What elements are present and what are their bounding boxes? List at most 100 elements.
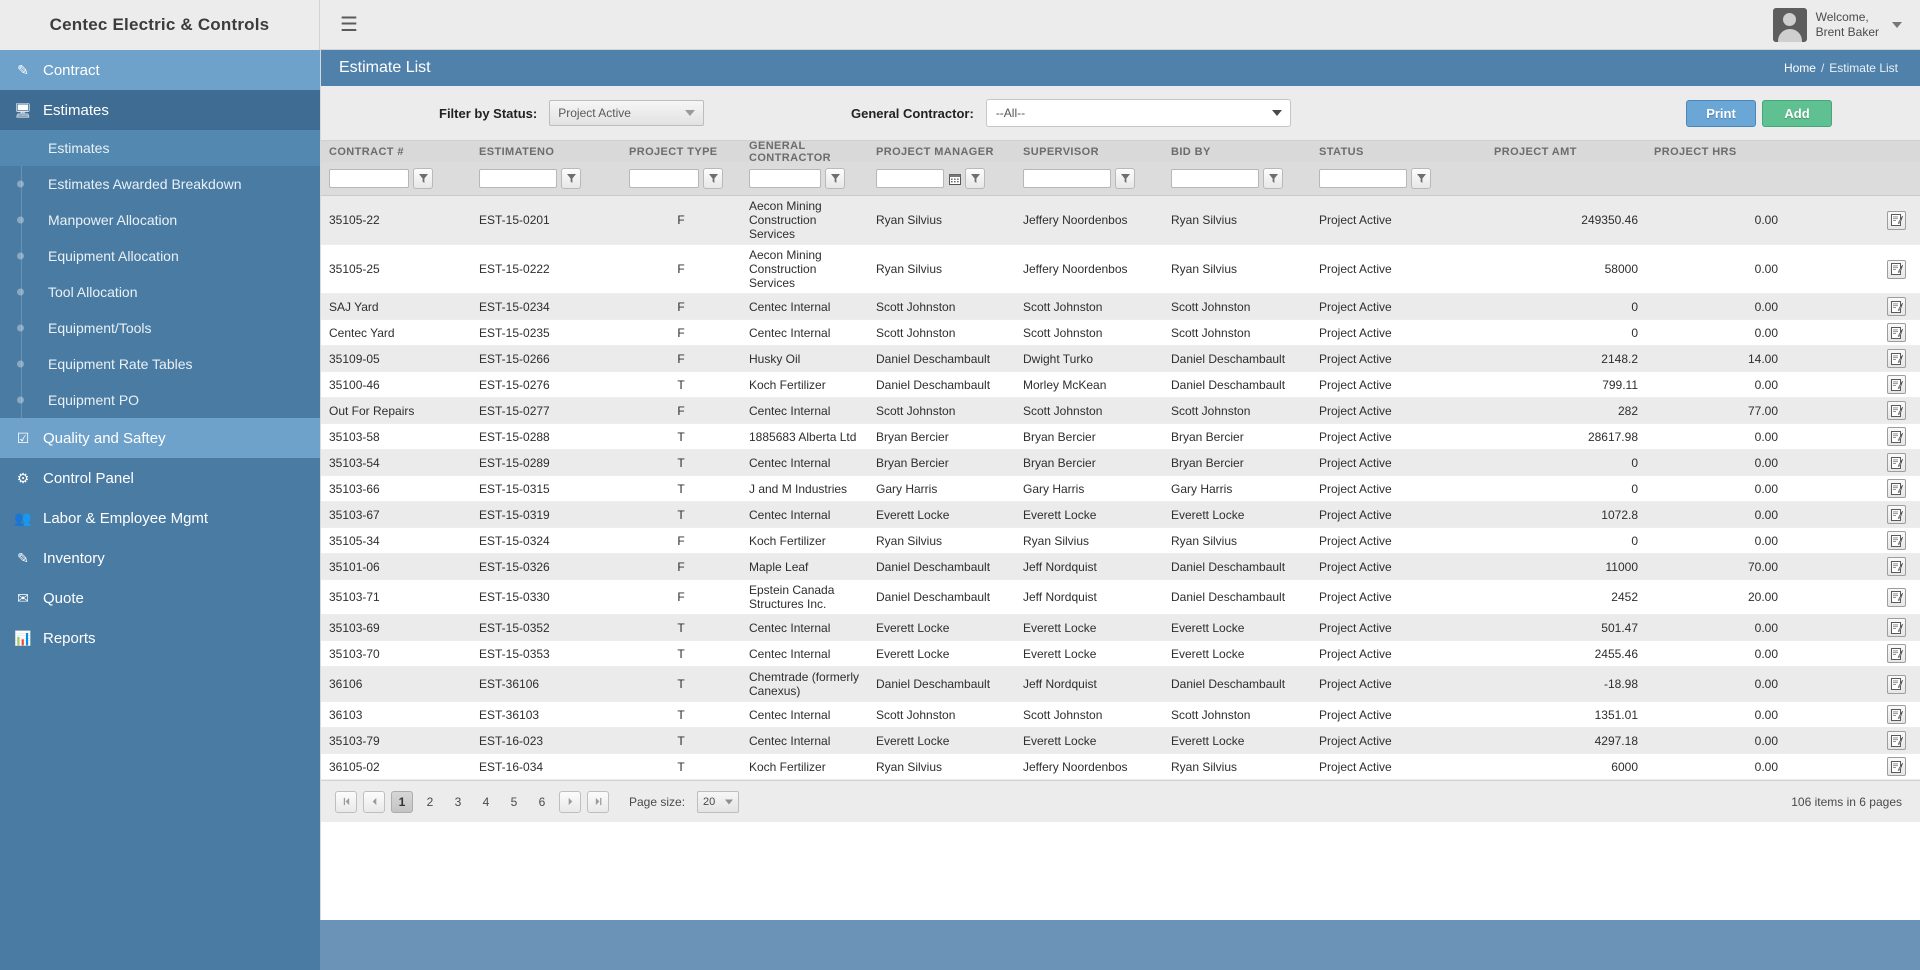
table-row[interactable]: SAJ Yard EST-15-0234 F Centec Internal Scott…	[321, 294, 1920, 320]
edit-row-button[interactable]	[1887, 705, 1906, 724]
filter-icon-estimateno[interactable]	[561, 168, 581, 189]
filter-icon-contract[interactable]	[413, 168, 433, 189]
col-header-supervisor[interactable]: SUPERVISOR	[1015, 146, 1163, 158]
filter-input-project-manager[interactable]	[876, 169, 944, 188]
edit-row-button[interactable]	[1887, 479, 1906, 498]
sidebar-item-reports[interactable]: 📊 Reports	[0, 618, 320, 658]
table-row[interactable]: 35103-71 EST-15-0330 F Epstein Canada Struc…	[321, 580, 1920, 615]
edit-row-button[interactable]	[1887, 349, 1906, 368]
col-header-project-amt[interactable]: PROJECT AMT	[1486, 146, 1646, 158]
table-row[interactable]: 35100-46 EST-15-0276 T Koch Fertilizer Danie…	[321, 372, 1920, 398]
page-button-3[interactable]: 3	[447, 791, 469, 813]
edit-row-button[interactable]	[1887, 674, 1906, 694]
page-button-2[interactable]: 2	[419, 791, 441, 813]
table-row[interactable]: 35105-25 EST-15-0222 F Aecon Mining Constru…	[321, 245, 1920, 294]
edit-row-button[interactable]	[1887, 531, 1906, 550]
sidebar-subitem-equipment-allocation[interactable]: Equipment Allocation	[0, 238, 320, 274]
table-row[interactable]: 35105-22 EST-15-0201 F Aecon Mining Constru…	[321, 196, 1920, 245]
table-row[interactable]: 35103-70 EST-15-0353 T Centec Internal Evere…	[321, 641, 1920, 667]
col-header-general-contractor[interactable]: GENERAL CONTRACTOR	[741, 140, 868, 164]
edit-row-button[interactable]	[1887, 587, 1906, 607]
table-row[interactable]: 35105-34 EST-15-0324 F Koch Fertilizer Ryan …	[321, 528, 1920, 554]
table-row[interactable]: 36105-02 EST-16-034 T Koch Fertilizer Ryan S…	[321, 754, 1920, 780]
col-header-estimateno[interactable]: ESTIMATENO	[471, 146, 621, 158]
edit-row-button[interactable]	[1887, 210, 1906, 230]
filter-input-supervisor[interactable]	[1023, 169, 1111, 188]
last-page-button[interactable]	[587, 790, 609, 813]
sidebar-item-quality-and-saftey[interactable]: ☑ Quality and Saftey	[0, 418, 320, 458]
table-row[interactable]: 35103-79 EST-16-023 T Centec Internal Everet…	[321, 728, 1920, 754]
table-row[interactable]: 35103-58 EST-15-0288 T 1885683 Alberta Ltd B…	[321, 424, 1920, 450]
edit-row-button[interactable]	[1887, 323, 1906, 342]
sidebar-subitem-equipment-po[interactable]: Equipment PO	[0, 382, 320, 418]
filter-icon-supervisor[interactable]	[1115, 168, 1135, 189]
table-row[interactable]: 36103 EST-36103 T Centec Internal Scott John…	[321, 702, 1920, 728]
filter-icon-status[interactable]	[1411, 168, 1431, 189]
add-button[interactable]: Add	[1762, 99, 1832, 127]
page-button-6[interactable]: 6	[531, 791, 553, 813]
breadcrumb-home[interactable]: Home	[1784, 61, 1816, 75]
table-row[interactable]: Out For Repairs EST-15-0277 F Centec Intern…	[321, 398, 1920, 424]
sidebar-subitem-equipment-rate-tables[interactable]: Equipment Rate Tables	[0, 346, 320, 382]
table-row[interactable]: 35103-69 EST-15-0352 T Centec Internal Evere…	[321, 615, 1920, 641]
edit-row-button[interactable]	[1887, 505, 1906, 524]
page-button-4[interactable]: 4	[475, 791, 497, 813]
general-contractor-select[interactable]: --All--	[985, 99, 1291, 127]
sidebar-item-labor-employee-mgmt[interactable]: 👥 Labor & Employee Mgmt	[0, 498, 320, 538]
col-header-contract[interactable]: CONTRACT #	[321, 146, 471, 158]
edit-row-button[interactable]	[1887, 731, 1906, 750]
table-row[interactable]: 35103-67 EST-15-0319 T Centec Internal Evere…	[321, 502, 1920, 528]
filter-icon-bid-by[interactable]	[1263, 168, 1283, 189]
edit-row-button[interactable]	[1887, 644, 1906, 663]
filter-input-project-type[interactable]	[629, 169, 699, 188]
edit-row-button[interactable]	[1887, 557, 1906, 576]
col-header-bid-by[interactable]: BID BY	[1163, 146, 1311, 158]
col-header-project-hrs[interactable]: PROJECT HRS	[1646, 146, 1786, 158]
edit-row-button[interactable]	[1887, 297, 1906, 316]
sidebar-item-quote[interactable]: ✉ Quote	[0, 578, 320, 618]
calendar-icon[interactable]	[948, 172, 961, 185]
first-page-button[interactable]	[335, 790, 357, 813]
page-button-1[interactable]: 1	[391, 790, 413, 813]
previous-page-button[interactable]	[363, 790, 385, 813]
table-row[interactable]: 35101-06 EST-15-0326 F Maple Leaf Daniel Des…	[321, 554, 1920, 580]
edit-row-button[interactable]	[1887, 757, 1906, 776]
print-button[interactable]: Print	[1686, 99, 1756, 127]
table-row[interactable]: 35103-54 EST-15-0289 T Centec Internal Bryan…	[321, 450, 1920, 476]
filter-input-contract[interactable]	[329, 169, 409, 188]
edit-row-button[interactable]	[1887, 401, 1906, 420]
edit-row-button[interactable]	[1887, 375, 1906, 394]
user-menu[interactable]: Welcome, Brent Baker	[1772, 0, 1920, 49]
sidebar-subitem-tool-allocation[interactable]: Tool Allocation	[0, 274, 320, 310]
filter-icon-general-contractor[interactable]	[825, 168, 845, 189]
hamburger-icon[interactable]: ☰	[340, 15, 358, 35]
filter-input-estimateno[interactable]	[479, 169, 557, 188]
sidebar-item-contract[interactable]: ✎ Contract	[0, 50, 320, 90]
filter-icon-project-type[interactable]	[703, 168, 723, 189]
col-header-project-type[interactable]: PROJECT TYPE	[621, 146, 741, 158]
status-filter-select[interactable]: Project Active	[549, 100, 705, 126]
edit-row-button[interactable]	[1887, 427, 1906, 446]
chevron-down-icon[interactable]	[1892, 21, 1902, 28]
page-size-select[interactable]: 20	[697, 790, 740, 813]
filter-icon-project-manager[interactable]	[965, 168, 985, 189]
table-row[interactable]: 36106 EST-36106 T Chemtrade (formerly Canex…	[321, 667, 1920, 702]
sidebar-subitem-manpower-allocation[interactable]: Manpower Allocation	[0, 202, 320, 238]
next-page-button[interactable]	[559, 790, 581, 813]
filter-input-status[interactable]	[1319, 169, 1407, 188]
filter-input-bid-by[interactable]	[1171, 169, 1259, 188]
edit-row-button[interactable]	[1887, 453, 1906, 472]
sidebar-item-inventory[interactable]: ✎ Inventory	[0, 538, 320, 578]
sidebar-subitem-estimates[interactable]: Estimates	[0, 130, 320, 166]
edit-row-button[interactable]	[1887, 259, 1906, 279]
sidebar-item-control-panel[interactable]: ⚙ Control Panel	[0, 458, 320, 498]
table-row[interactable]: 35103-66 EST-15-0315 T J and M Industries Ga…	[321, 476, 1920, 502]
sidebar-subitem-equipment-tools[interactable]: Equipment/Tools	[0, 310, 320, 346]
page-button-5[interactable]: 5	[503, 791, 525, 813]
edit-row-button[interactable]	[1887, 618, 1906, 637]
sidebar-item-estimates[interactable]: 🖥 Estimates	[0, 90, 320, 130]
table-row[interactable]: 35109-05 EST-15-0266 F Husky Oil Daniel Desc…	[321, 346, 1920, 372]
col-header-status[interactable]: STATUS	[1311, 146, 1486, 158]
col-header-project-manager[interactable]: PROJECT MANAGER	[868, 146, 1015, 158]
table-row[interactable]: Centec Yard EST-15-0235 F Centec Internal Sc…	[321, 320, 1920, 346]
